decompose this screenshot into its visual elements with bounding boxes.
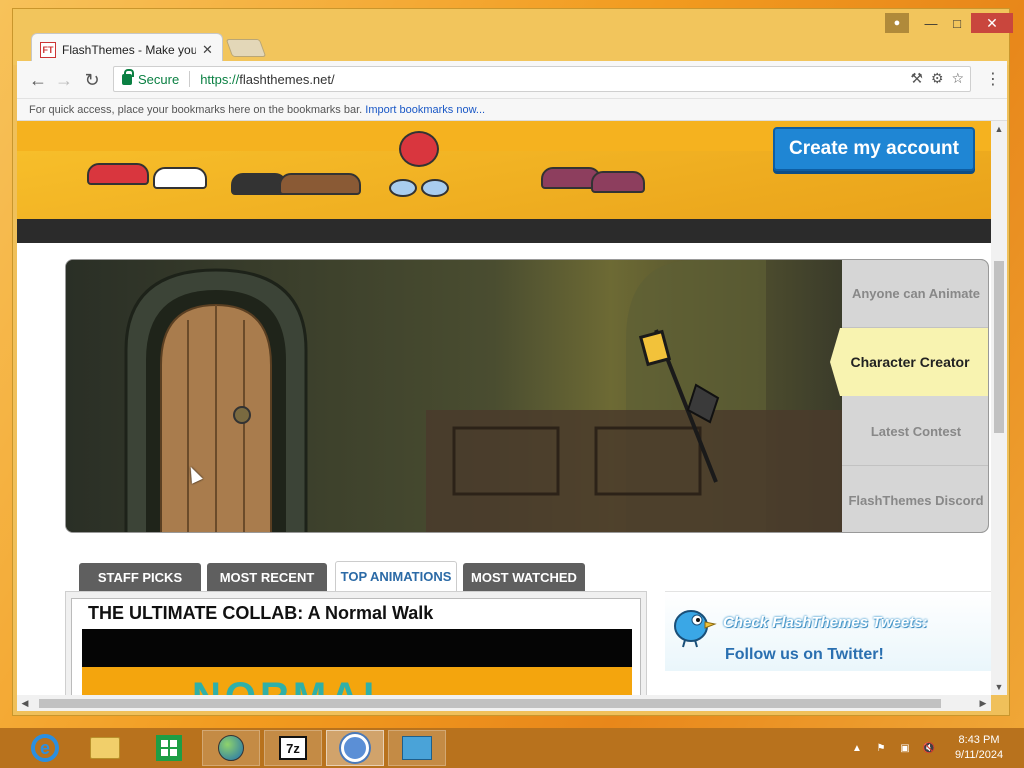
reload-icon[interactable]: ↻ [81, 69, 103, 91]
secure-label: Secure [138, 71, 180, 87]
taskbar-7zip-button[interactable]: 7z [264, 730, 322, 766]
twitter-bird-icon [674, 610, 717, 648]
menu-character-creator[interactable]: Character Creator [830, 328, 988, 396]
lock-icon [122, 68, 134, 85]
tab-most-recent[interactable]: MOST RECENT [207, 563, 327, 591]
taskbar-explorer-button[interactable] [76, 730, 134, 766]
blocked-content-icon[interactable]: ⚒ [910, 70, 923, 87]
character-foot [389, 179, 417, 197]
menu-latest-contest[interactable]: Latest Contest [842, 398, 988, 466]
menu-flashthemes-discord[interactable]: FlashThemes Discord [842, 466, 988, 532]
clock-time: 8:43 PM [958, 734, 1000, 746]
character-shoe [87, 163, 149, 185]
thumbnail-text: NORMAL [192, 675, 392, 695]
hero-banner: Create my account [17, 121, 991, 219]
tab-top-animations[interactable]: TOP ANIMATIONS [335, 561, 457, 591]
internet-explorer-icon: e [31, 734, 59, 762]
address-bar[interactable]: Secure https:// flashthemes.net/ ⚒ ⚙ ☆ [113, 66, 971, 92]
browser-toolbar: ← → ↻ Secure https:// flashthemes.net/ ⚒… [17, 61, 1007, 99]
scroll-right-icon[interactable]: ▶ [975, 695, 991, 711]
folder-icon [90, 737, 120, 759]
network-icon[interactable]: ▣ [898, 741, 912, 755]
featured-video-card[interactable]: THE ULTIMATE COLLAB: A Normal Walk NORMA… [71, 598, 641, 695]
scroll-thumb-horizontal[interactable] [39, 699, 941, 708]
video-title[interactable]: THE ULTIMATE COLLAB: A Normal Walk [88, 603, 433, 624]
extension-icon[interactable]: ⚙ [931, 70, 944, 87]
follow-twitter-link[interactable]: Follow us on Twitter! [725, 646, 884, 664]
video-thumbnail[interactable]: NORMAL [82, 667, 632, 695]
scroll-down-icon[interactable]: ▼ [991, 679, 1007, 695]
nav-strip [17, 219, 991, 243]
dungeon-door-illustration [124, 260, 846, 532]
7zip-icon: 7z [279, 736, 307, 760]
action-center-flag-icon[interactable]: ⚑ [874, 741, 888, 755]
taskbar: e 7z ▲ ⚑ ▣ 🔇 8:43 PM 9/11/2024 [0, 728, 1024, 768]
taskbar-remote-button[interactable] [388, 730, 446, 766]
chrome-window: ● — □ ✕ FT FlashThemes - Make you ✕ ← → … [12, 8, 1013, 716]
chrome-menu-icon[interactable]: ⋮ [985, 69, 1001, 89]
chrome-icon [341, 734, 369, 762]
scroll-thumb[interactable] [994, 261, 1004, 433]
character-shoe [591, 171, 645, 193]
horizontal-scrollbar[interactable]: ◀ ▶ [17, 695, 991, 711]
remote-desktop-icon [402, 736, 432, 760]
show-hidden-icons-icon[interactable]: ▲ [850, 741, 864, 755]
vertical-scrollbar[interactable]: ▲ ▼ [991, 121, 1007, 695]
tab-most-watched[interactable]: MOST WATCHED [463, 563, 585, 591]
taskbar-clock[interactable]: 8:43 PM 9/11/2024 [948, 733, 1010, 763]
scroll-left-icon[interactable]: ◀ [17, 695, 33, 711]
url-host: flashthemes.net/ [239, 71, 335, 87]
character-foot [421, 179, 449, 197]
favicon-icon: FT [40, 41, 56, 58]
tab-close-icon[interactable]: ✕ [202, 42, 213, 58]
back-icon[interactable]: ← [27, 69, 49, 91]
minimize-button[interactable]: — [917, 13, 945, 33]
taskbar-chrome-button[interactable] [326, 730, 384, 766]
user-profile-icon[interactable]: ● [885, 13, 909, 33]
url-scheme: https:// [200, 71, 240, 87]
system-tray: ▲ ⚑ ▣ 🔇 [850, 734, 936, 762]
tab-title: FlashThemes - Make you [62, 42, 196, 57]
twitter-widget: Check FlashThemes Tweets: Follow us on T… [665, 591, 991, 671]
slideshow-menu: Anyone can Animate Character Creator Lat… [830, 260, 988, 532]
close-window-button[interactable]: ✕ [971, 13, 1013, 33]
bookmark-star-icon[interactable]: ☆ [951, 70, 964, 87]
taskbar-store-button[interactable] [140, 730, 198, 766]
bookmarks-bar: For quick access, place your bookmarks h… [17, 99, 1007, 121]
new-tab-button[interactable] [225, 39, 267, 57]
scroll-up-icon[interactable]: ▲ [991, 121, 1007, 137]
video-thumbnail-top [82, 629, 632, 667]
clock-date: 9/11/2024 [954, 749, 1004, 761]
character-shoe [153, 167, 207, 189]
title-bar: ● — □ ✕ FT FlashThemes - Make you ✕ [13, 9, 1013, 65]
page-viewport: Create my account Anyone can Animate Cha… [17, 121, 991, 695]
tab-staff-picks[interactable]: STAFF PICKS [79, 563, 201, 591]
animations-panel: THE ULTIMATE COLLAB: A Normal Walk NORMA… [65, 591, 647, 695]
menu-anyone-can-animate[interactable]: Anyone can Animate [842, 260, 988, 328]
character-body [399, 131, 439, 167]
twitter-heading: Check FlashThemes Tweets: [723, 614, 928, 631]
maximize-button[interactable]: □ [943, 13, 971, 33]
feature-slideshow: Anyone can Animate Character Creator Lat… [65, 259, 989, 533]
taskbar-ie-button[interactable]: e [16, 730, 74, 766]
create-account-button[interactable]: Create my account [773, 127, 975, 171]
divider [189, 71, 191, 87]
slide-image[interactable] [66, 260, 846, 532]
store-icon [156, 735, 182, 761]
forward-icon[interactable]: → [53, 69, 75, 91]
volume-muted-icon[interactable]: 🔇 [922, 741, 936, 755]
taskbar-network-button[interactable] [202, 730, 260, 766]
character-shoe [279, 173, 361, 195]
import-bookmarks-link[interactable]: Import bookmarks now... [365, 104, 485, 116]
globe-icon [218, 735, 244, 761]
bookmarks-hint: For quick access, place your bookmarks h… [29, 104, 363, 116]
